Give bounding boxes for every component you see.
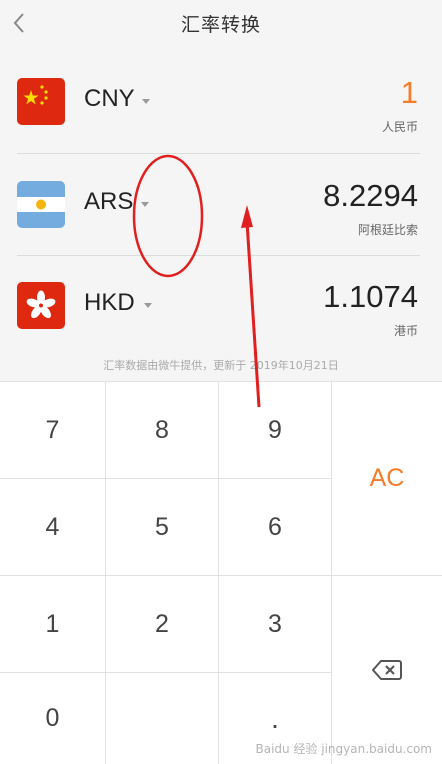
currency-value: 8.2294 xyxy=(323,178,418,213)
key-7[interactable]: 7 xyxy=(0,382,105,478)
currency-name: 港币 xyxy=(393,324,418,338)
key-blank xyxy=(106,673,218,764)
keypad: 7 8 9 4 5 6 1 2 3 0 . AC xyxy=(0,381,442,764)
hongkong-flag-icon xyxy=(17,282,65,329)
dropdown-caret-icon[interactable] xyxy=(141,202,149,207)
key-5[interactable]: 5 xyxy=(106,479,218,575)
currency-row-ars[interactable]: ARS 8.2294 阿根廷比索 xyxy=(0,154,442,255)
backspace-icon xyxy=(372,660,402,680)
key-3[interactable]: 3 xyxy=(219,576,331,672)
key-9[interactable]: 9 xyxy=(219,382,331,478)
currency-name: 人民币 xyxy=(381,120,418,134)
currency-name: 阿根廷比索 xyxy=(357,223,418,237)
key-2[interactable]: 2 xyxy=(106,576,218,672)
key-4[interactable]: 4 xyxy=(0,479,105,575)
currency-code: CNY xyxy=(84,85,135,112)
currency-code: ARS xyxy=(84,188,134,215)
watermark: Baidu 经验 jingyan.baidu.com xyxy=(255,742,432,756)
argentina-flag-icon xyxy=(17,181,65,228)
back-arrow-icon[interactable] xyxy=(12,12,26,34)
page-title: 汇率转换 xyxy=(180,13,261,36)
china-flag-icon xyxy=(17,78,65,125)
key-8[interactable]: 8 xyxy=(106,382,218,478)
key-0[interactable]: 0 xyxy=(0,673,105,764)
dropdown-caret-icon[interactable] xyxy=(142,99,150,104)
key-1[interactable]: 1 xyxy=(0,576,105,672)
currency-value: 1.1074 xyxy=(323,279,418,314)
clear-button[interactable]: AC xyxy=(332,382,442,575)
data-source-note: 汇率数据由微牛提供，更新于 2019年10月21日 xyxy=(103,359,339,372)
currency-row-hkd[interactable]: HKD 1.1074 港币 xyxy=(0,255,442,356)
dropdown-caret-icon[interactable] xyxy=(144,303,152,308)
currency-row-cny[interactable]: CNY 1 人民币 xyxy=(0,51,442,152)
header: 汇率转换 xyxy=(0,0,442,46)
key-6[interactable]: 6 xyxy=(219,479,331,575)
currency-code: HKD xyxy=(84,289,135,316)
backspace-button[interactable] xyxy=(332,576,442,764)
currency-value: 1 xyxy=(400,75,418,110)
